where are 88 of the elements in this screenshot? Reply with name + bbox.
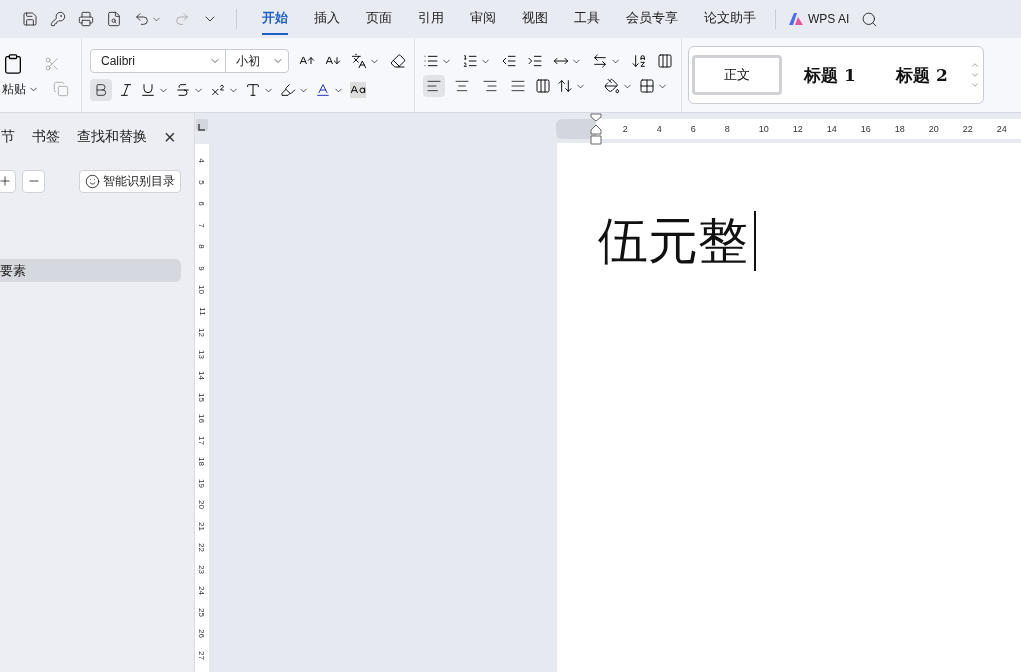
document-text: 伍元整 (597, 211, 756, 271)
ai-face-icon[interactable] (84, 173, 100, 189)
font-color-icon[interactable] (315, 82, 331, 98)
ruler-margin (555, 119, 596, 139)
menu-tab[interactable]: 会员专享 (626, 3, 678, 35)
eraser-icon[interactable] (390, 53, 406, 69)
menu-tab[interactable]: 视图 (522, 3, 548, 35)
panel-tab[interactable]: 查找和替换 (77, 128, 147, 146)
ruler-number: 18 (197, 457, 207, 467)
border-icon[interactable] (639, 78, 655, 94)
ruler-number: 21 (197, 521, 207, 531)
ruler-number: 26 (197, 629, 207, 639)
highlighter-icon[interactable] (280, 82, 296, 98)
ruler-number: 24 (996, 124, 1008, 134)
key-icon[interactable] (50, 11, 66, 27)
style-item[interactable]: 正文 (692, 55, 782, 95)
strikethrough-icon[interactable] (175, 82, 191, 98)
ruler-number: 10 (197, 285, 207, 295)
ruler-number: 11 (197, 307, 207, 316)
undo-icon[interactable] (134, 11, 150, 27)
menu-tab[interactable]: 页面 (366, 3, 392, 35)
ruler-number: 8 (197, 244, 207, 249)
columns-icon[interactable] (657, 53, 673, 69)
shading-icon[interactable] (604, 78, 620, 94)
indent-marker-icon[interactable] (589, 113, 602, 145)
tab-stop-icon[interactable] (195, 119, 208, 131)
ruler-number: 6 (690, 124, 697, 134)
panel-tab[interactable]: 节 (1, 128, 15, 146)
superscript-icon[interactable] (210, 82, 226, 98)
menu-tab[interactable]: 引用 (418, 3, 444, 35)
save-icon[interactable] (22, 11, 38, 27)
print-icon[interactable] (78, 11, 94, 27)
sort-icon[interactable] (631, 53, 647, 69)
char-shading-icon[interactable] (350, 82, 366, 98)
search-icon[interactable] (861, 10, 879, 28)
paste-icon[interactable] (2, 52, 24, 75)
indent-icon[interactable] (527, 53, 543, 69)
ruler-number: 20 (197, 500, 207, 510)
line-spacing-icon[interactable] (557, 78, 573, 94)
ruler-number: 12 (792, 124, 804, 134)
ruler-number: 13 (197, 349, 207, 359)
ruler-number: 14 (197, 371, 207, 381)
panel-tab[interactable]: 书签 (32, 128, 60, 146)
ruler-number: 16 (197, 414, 207, 424)
ruler-number: 5 (197, 180, 207, 185)
ruler-number: 2 (622, 124, 629, 134)
italic-icon[interactable] (118, 82, 134, 98)
ruler-number: 10 (758, 124, 770, 134)
ruler-number: 8 (724, 124, 731, 134)
menu-tab[interactable]: 工具 (574, 3, 600, 35)
ruler-number: 16 (860, 124, 872, 134)
plus-icon[interactable] (0, 174, 12, 188)
ruler-number: 20 (928, 124, 940, 134)
outdent-icon[interactable] (501, 53, 517, 69)
text-effect-icon[interactable] (245, 82, 261, 98)
recognize-toc-button[interactable]: 智能识别目录 (78, 169, 181, 193)
menu-tab[interactable]: 开始 (262, 3, 288, 35)
ruler-number: 27 (197, 650, 207, 660)
ruler-number: 22 (962, 124, 974, 134)
ruler-number: 19 (197, 478, 207, 488)
ai-logo-icon (788, 12, 804, 26)
ruler-number: 9 (197, 266, 207, 271)
paste-button[interactable]: 粘贴 (2, 80, 26, 98)
print-preview-icon[interactable] (106, 11, 122, 27)
ruler-number: 4 (197, 158, 207, 163)
underline-icon[interactable] (140, 82, 156, 98)
ruler-number: 22 (197, 543, 207, 553)
ruler-number: 24 (197, 586, 207, 596)
bullet-list-icon[interactable] (423, 53, 439, 69)
phonetic-icon[interactable] (351, 53, 367, 69)
ruler-number: 4 (656, 124, 663, 134)
menu-tab[interactable]: 插入 (314, 3, 340, 35)
ruler-number: 18 (894, 124, 906, 134)
ruler-number: 17 (197, 435, 207, 445)
close-button[interactable]: × (164, 125, 176, 149)
ruler-number: 12 (197, 328, 207, 338)
menu-tab[interactable]: 审阅 (470, 3, 496, 35)
numbered-list-icon[interactable] (462, 53, 478, 69)
text-direction-icon[interactable] (592, 53, 608, 69)
ruler-number: 25 (197, 607, 207, 617)
ruler-number: 7 (197, 223, 207, 228)
ruler-number: 6 (197, 201, 207, 206)
menu-tab[interactable]: 论文助手 (704, 3, 756, 35)
ai-button[interactable]: WPS AI (788, 12, 850, 26)
ruler-number: 23 (197, 564, 207, 574)
outline-item[interactable]: 要素 (0, 259, 181, 282)
ruler-number: 15 (197, 392, 207, 402)
ruler-number: 14 (826, 124, 838, 134)
